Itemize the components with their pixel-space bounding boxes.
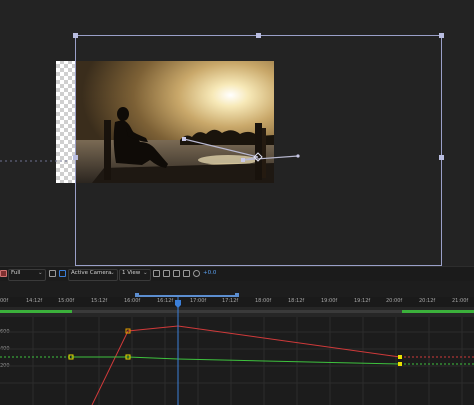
ruler-tick: 15:12f <box>91 298 108 304</box>
ruler-tick: 00f <box>0 298 9 304</box>
ruler-tick: 19:00f <box>321 298 338 304</box>
resolution-label: Full <box>11 270 21 276</box>
ruler-tick: 17:00f <box>190 298 207 304</box>
ruler-tick: 21:00f <box>452 298 469 304</box>
work-area-bar[interactable] <box>0 307 474 317</box>
ruler-tick: 16:12f <box>157 298 174 304</box>
timeline-panel: 00f 14:12f 15:00f 15:12f 16:00f 16:12f 1… <box>0 281 474 405</box>
camera-label: Active Camera <box>71 270 112 276</box>
always-preview-icon[interactable] <box>0 270 7 277</box>
composition-canvas[interactable] <box>0 0 474 266</box>
toggle-pixel-aspect-icon[interactable] <box>153 270 160 277</box>
exposure-value[interactable]: +0.0 <box>203 270 216 276</box>
ruler-tick: 14:12f <box>26 298 43 304</box>
region-of-interest-icon[interactable] <box>49 270 56 277</box>
views-label: 1 View <box>122 270 141 276</box>
chevron-down-icon: ⌄ <box>110 270 115 276</box>
graph-curves[interactable] <box>0 317 474 405</box>
reset-exposure-icon[interactable] <box>193 270 200 277</box>
ruler-tick: 18:00f <box>255 298 272 304</box>
ruler-tick: 20:00f <box>386 298 403 304</box>
chevron-down-icon: ⌄ <box>38 270 43 276</box>
chevron-down-icon: ⌄ <box>143 270 148 276</box>
grid-icon[interactable] <box>59 270 66 277</box>
ruler-tick: 19:12f <box>354 298 371 304</box>
ruler-tick: 15:00f <box>58 298 75 304</box>
timeline-icon[interactable] <box>183 270 190 277</box>
green-value-curve[interactable] <box>0 356 474 365</box>
composition-viewer[interactable] <box>0 0 474 266</box>
ruler-tick: 18:12f <box>288 298 305 304</box>
ruler-tick: 17:12f <box>222 298 239 304</box>
time-navigator[interactable] <box>0 281 474 297</box>
time-ruler[interactable]: 00f 14:12f 15:00f 15:12f 16:00f 16:12f 1… <box>0 297 474 307</box>
graph-editor[interactable]: 600 400 200 <box>0 317 474 405</box>
viewer-toolbar: Full ⌄ Active Camera ⌄ 1 View ⌄ +0.0 <box>0 266 474 282</box>
playhead[interactable] <box>174 281 182 405</box>
footage-layer[interactable] <box>76 61 274 183</box>
transparency-grid <box>56 61 76 183</box>
fast-preview-icon[interactable] <box>163 270 170 277</box>
composition-flowchart-icon[interactable] <box>173 270 180 277</box>
ruler-tick: 20:12f <box>419 298 436 304</box>
ruler-tick: 16:00f <box>124 298 141 304</box>
